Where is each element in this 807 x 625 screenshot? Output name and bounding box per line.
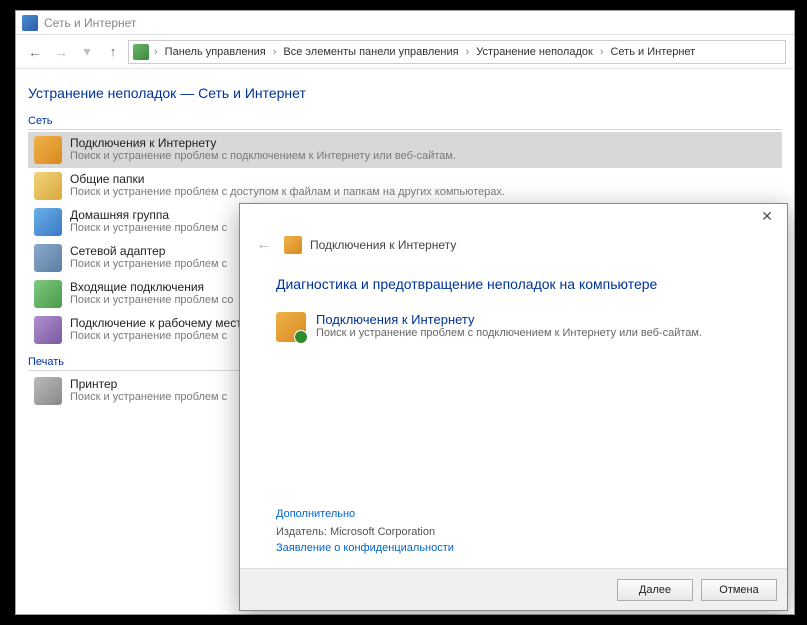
chevron-right-icon: › [463,46,473,58]
chevron-right-icon: › [270,46,280,58]
navbar: ← → ▾ ↑ › Панель управления › Все элемен… [16,35,794,69]
advanced-link[interactable]: Дополнительно [276,508,355,520]
address-icon [133,44,149,60]
item-title: Домашняя группа [70,208,227,222]
dialog-button-bar: Далее Отмена [240,568,787,610]
workplace-icon [34,316,62,344]
item-title: Общие папки [70,172,505,186]
app-icon [22,15,38,31]
dialog-header-title: Подключения к Интернету [310,238,456,252]
network-adapter-icon [34,244,62,272]
page-heading: Устранение неполадок — Сеть и Интернет [28,85,782,101]
item-desc: Поиск и устранение проблем со [70,294,233,306]
dialog-item-desc: Поиск и устранение проблем с подключение… [316,327,702,339]
nav-forward-button[interactable]: → [50,41,72,63]
item-title: Входящие подключения [70,280,233,294]
breadcrumb-segment[interactable]: Все элементы панели управления [281,46,460,58]
dialog-footer-links: Дополнительно Издатель: Microsoft Corpor… [276,508,454,554]
chevron-right-icon: › [151,46,161,58]
incoming-icon [34,280,62,308]
item-desc: Поиск и устранение проблем с [70,258,227,270]
nav-recent-dropdown[interactable]: ▾ [76,41,98,63]
nav-up-button[interactable]: ↑ [102,41,124,63]
troubleshooter-wizard-dialog: ✕ ← Подключения к Интернету Диагностика … [239,203,788,611]
wizard-back-button[interactable]: ← [256,236,276,254]
nav-back-button[interactable]: ← [24,41,46,63]
globe-icon [284,236,302,254]
breadcrumb-segment[interactable]: Устранение неполадок [474,46,595,58]
section-label-network: Сеть [28,115,782,130]
next-button[interactable]: Далее [617,579,693,601]
globe-icon [34,136,62,164]
dialog-body: Диагностика и предотвращение неполадок н… [240,266,787,568]
breadcrumb-segment[interactable]: Панель управления [163,46,268,58]
cancel-button[interactable]: Отмена [701,579,777,601]
close-button[interactable]: ✕ [747,204,787,228]
titlebar: Сеть и Интернет [16,11,794,35]
dialog-heading: Диагностика и предотвращение неполадок н… [276,276,751,292]
dialog-header: ← Подключения к Интернету [240,232,787,266]
dialog-troubleshooter-item: Подключения к Интернету Поиск и устранен… [276,312,751,342]
folder-icon [34,172,62,200]
chevron-right-icon: › [597,46,607,58]
publisher-label: Издатель: [276,526,327,538]
troubleshooter-internet-connections[interactable]: Подключения к Интернету Поиск и устранен… [28,132,782,168]
item-desc: Поиск и устранение проблем с подключение… [70,150,456,162]
dialog-titlebar: ✕ [240,204,787,232]
item-desc: Поиск и устранение проблем с [70,330,248,342]
printer-icon [34,377,62,405]
breadcrumb-segment[interactable]: Сеть и Интернет [608,46,697,58]
item-title: Подключения к Интернету [70,136,456,150]
item-desc: Поиск и устранение проблем с [70,222,227,234]
item-desc: Поиск и устранение проблем с доступом к … [70,186,505,198]
publisher-value: Microsoft Corporation [330,526,435,538]
dialog-item-title: Подключения к Интернету [316,312,702,327]
homegroup-icon [34,208,62,236]
item-title: Сетевой адаптер [70,244,227,258]
privacy-link[interactable]: Заявление о конфиденциальности [276,542,454,554]
troubleshooter-shared-folders[interactable]: Общие папки Поиск и устранение проблем с… [28,168,782,204]
item-title: Подключение к рабочему месту [70,316,248,330]
window-title: Сеть и Интернет [44,16,136,30]
item-desc: Поиск и устранение проблем с [70,391,227,403]
globe-check-icon [276,312,306,342]
address-bar[interactable]: › Панель управления › Все элементы панел… [128,40,786,64]
item-title: Принтер [70,377,227,391]
